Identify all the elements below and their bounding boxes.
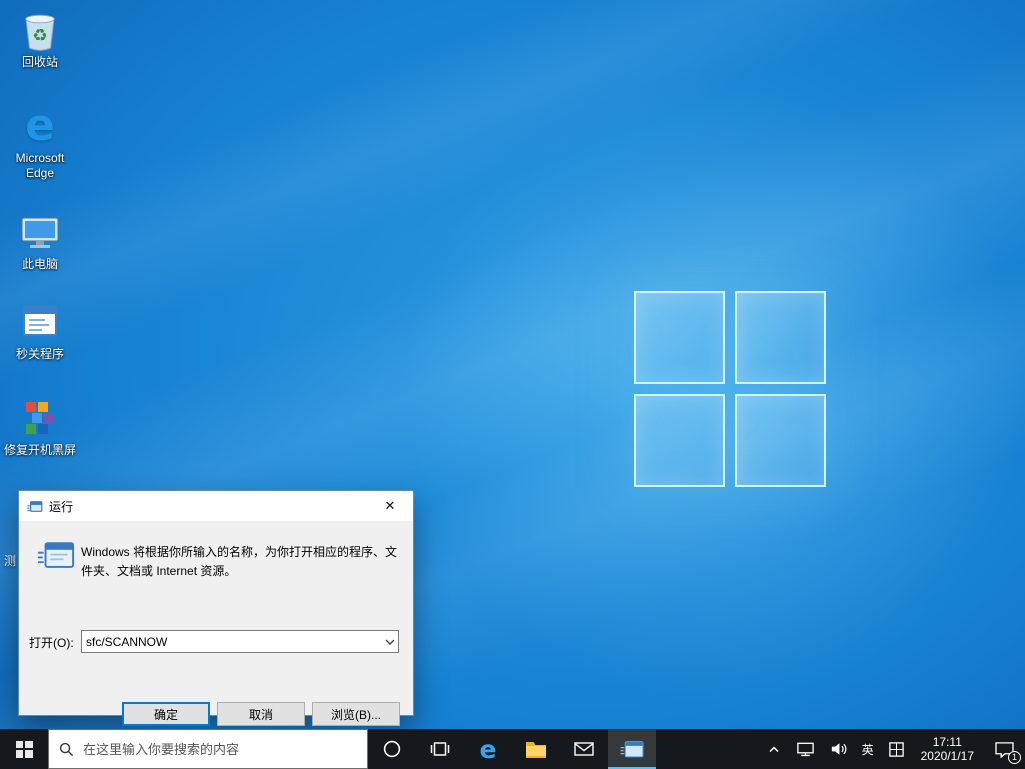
tray-time: 17:11 — [932, 735, 962, 749]
windows-logo-pane — [634, 394, 725, 487]
taskbar: e — [0, 729, 1025, 769]
windows-logo-pane — [735, 394, 826, 487]
run-dialog-titlebar[interactable]: 运行 ✕ — [19, 491, 413, 521]
windows-logo-pane — [735, 291, 826, 384]
edge-taskbar-button[interactable]: e — [464, 729, 512, 769]
browse-button[interactable]: 浏览(B)... — [312, 702, 400, 726]
folder-icon — [526, 742, 546, 758]
search-input[interactable] — [83, 741, 357, 757]
file-explorer-button[interactable] — [512, 729, 560, 769]
windows-start-icon — [15, 740, 33, 758]
chevron-down-icon[interactable] — [380, 631, 398, 652]
speaker-icon — [831, 743, 846, 755]
search-icon — [59, 742, 74, 756]
icon-label: 回收站 — [21, 55, 58, 69]
edge-icon: e — [25, 100, 55, 151]
cortana-circle-icon — [383, 740, 401, 758]
recycle-bin-icon: ♻ — [18, 8, 62, 52]
chevron-up-icon — [769, 746, 779, 753]
desktop-icon-partial-label[interactable]: 测 — [4, 552, 16, 569]
mail-icon — [574, 742, 594, 756]
system-tray: 英 17:11 2020/1/17 1 — [759, 729, 1025, 769]
tray-date: 2020/1/17 — [920, 749, 974, 763]
icon-label: 秒关程序 — [15, 347, 64, 361]
language-indicator[interactable]: 英 — [855, 729, 881, 769]
icon-label: 修复开机黑屏 — [3, 443, 76, 457]
clock[interactable]: 17:11 2020/1/17 — [912, 729, 983, 769]
program-window-icon — [18, 300, 62, 344]
edge-icon: e — [479, 734, 497, 764]
run-window-icon — [620, 740, 644, 757]
desktop-icon-recycle-bin[interactable]: ♻ 回收站 — [2, 8, 78, 70]
run-taskbar-button[interactable] — [608, 729, 656, 769]
task-view-button[interactable] — [416, 729, 464, 769]
run-dialog-buttons: 确定 取消 浏览(B)... — [19, 702, 413, 726]
task-view-icon — [430, 742, 450, 756]
desktop-icon-miaoguan-program[interactable]: 秒关程序 — [2, 300, 78, 362]
run-window-icon — [27, 500, 43, 512]
desktop-icon-microsoft-edge[interactable]: e Microsoft Edge — [2, 104, 78, 181]
open-label: 打开(O): — [29, 636, 74, 650]
run-program-icon — [37, 541, 75, 575]
ime-keyboard-icon[interactable] — [881, 729, 912, 769]
network-status[interactable] — [789, 729, 822, 769]
desktop: ♻ 回收站 e Microsoft Edge 此电脑 秒关程序 修复开机黑屏 测… — [0, 0, 1025, 769]
close-icon[interactable]: ✕ — [367, 492, 413, 521]
pixel-blocks-icon — [18, 396, 62, 440]
start-button[interactable] — [0, 729, 48, 769]
icon-label: 此电脑 — [21, 257, 58, 271]
cancel-button[interactable]: 取消 — [217, 702, 305, 726]
this-pc-icon — [18, 210, 62, 254]
taskbar-search-box[interactable] — [48, 729, 368, 769]
run-dialog-description: Windows 将根据你所输入的名称，为你打开相应的程序、文件夹、文档或 Int… — [81, 545, 398, 578]
tray-expand-button[interactable] — [759, 729, 789, 769]
volume-status[interactable] — [822, 729, 855, 769]
action-center-button[interactable]: 1 — [983, 729, 1025, 769]
run-command-combobox[interactable] — [81, 630, 399, 653]
svg-text:♻: ♻ — [32, 26, 47, 45]
windows-logo-wallpaper — [634, 291, 826, 487]
notification-badge: 1 — [1008, 751, 1021, 764]
windows-logo-pane — [634, 291, 725, 384]
run-dialog-body: Windows 将根据你所输入的名称，为你打开相应的程序、文件夹、文档或 Int… — [19, 521, 413, 726]
run-dialog-title: 运行 — [49, 499, 74, 514]
run-command-input[interactable] — [82, 631, 380, 652]
run-dialog: 运行 ✕ Windows 将根据你所输入的名称，为你打开相应的程序、文件夹、文档… — [18, 490, 414, 726]
mail-button[interactable] — [560, 729, 608, 769]
icon-label: Microsoft Edge — [15, 151, 65, 180]
network-icon — [796, 742, 814, 757]
desktop-icon-fix-black-screen[interactable]: 修复开机黑屏 — [2, 396, 78, 458]
cortana-button[interactable] — [368, 729, 416, 769]
ok-button[interactable]: 确定 — [122, 702, 210, 726]
desktop-icon-this-pc[interactable]: 此电脑 — [2, 210, 78, 272]
